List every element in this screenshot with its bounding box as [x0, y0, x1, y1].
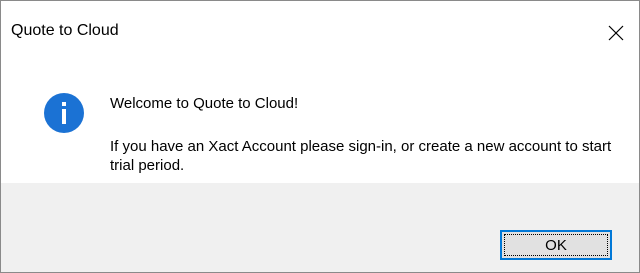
button-bar: OK — [1, 183, 639, 272]
ok-button[interactable]: OK — [500, 230, 612, 260]
title-bar[interactable]: Quote to Cloud — [1, 1, 639, 65]
ok-button-label: OK — [545, 236, 567, 254]
instruction-text: If you have an Xact Account please sign-… — [110, 138, 612, 174]
close-button[interactable] — [593, 10, 639, 56]
window-title: Quote to Cloud — [11, 22, 119, 39]
message-content: Welcome to Quote to Cloud! If you have a… — [1, 65, 639, 183]
info-icon — [44, 93, 84, 133]
close-icon — [608, 25, 624, 41]
message-box-window: Quote to Cloud Welcome to Quote to Cloud… — [0, 0, 640, 273]
welcome-text: Welcome to Quote to Cloud! — [110, 95, 299, 112]
